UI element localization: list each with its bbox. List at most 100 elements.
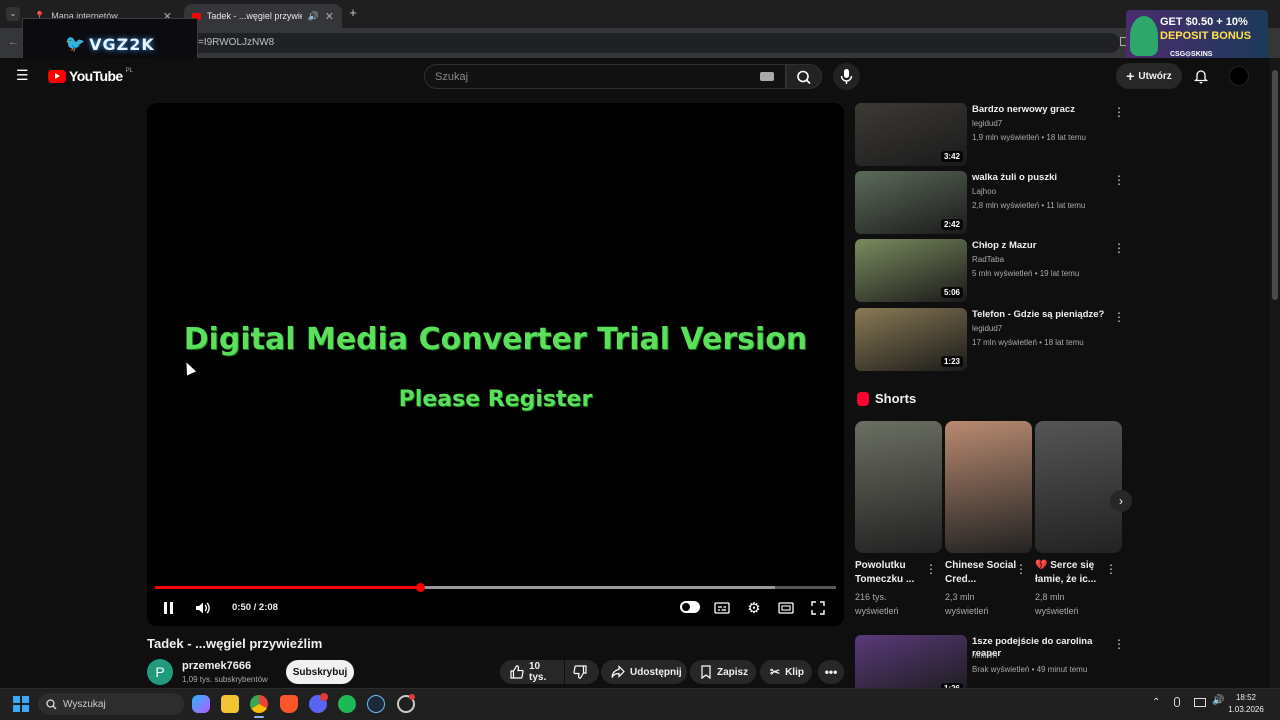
windows-start-icon[interactable]: [13, 696, 29, 712]
create-label: Utwórz: [1138, 70, 1172, 82]
channel-name[interactable]: nxithvn: [972, 651, 997, 660]
save-button[interactable]: Zapisz: [690, 660, 756, 684]
channel-name[interactable]: legidud7: [972, 119, 1002, 128]
address-bar[interactable]: =I9RWOLJzNW8: [190, 33, 1120, 53]
subscribe-button[interactable]: Subskrybuj: [286, 660, 354, 684]
taskbar-clock[interactable]: 18:52 1.03.2026: [1226, 692, 1266, 716]
show-hidden-icons-chevron-icon[interactable]: ⌃: [1152, 697, 1160, 708]
channel-name[interactable]: przemek7666: [182, 660, 251, 672]
recommended-video[interactable]: 5:06 Chłop z Mazur RadTaba 5 mln wyświetleń…: [855, 239, 1135, 303]
chrome-icon[interactable]: [250, 695, 268, 713]
shorts-next-button[interactable]: ›: [1110, 490, 1132, 512]
video-duration: 3:42: [940, 151, 963, 162]
copilot-icon[interactable]: [192, 695, 210, 713]
fullscreen-button[interactable]: [809, 599, 827, 617]
progress-scrubber-handle[interactable]: [416, 583, 426, 592]
overlay-logo-text: VGZ2K: [89, 34, 155, 54]
short-view-unit: wyświetleń: [855, 606, 899, 616]
search-placeholder: Szukaj: [435, 71, 469, 83]
more-vertical-icon[interactable]: ⋮: [1113, 310, 1125, 324]
file-explorer-icon[interactable]: [221, 695, 239, 713]
more-vertical-icon[interactable]: ⋮: [1113, 173, 1125, 187]
dislike-button[interactable]: [565, 660, 599, 684]
short-title[interactable]: Chinese Social Cred...: [945, 559, 1017, 587]
video-thumbnail[interactable]: 3:42: [855, 103, 967, 166]
more-vertical-icon[interactable]: ⋮: [1113, 105, 1125, 119]
subtitles-button[interactable]: [713, 599, 731, 617]
scrollbar-thumb[interactable]: [1272, 70, 1278, 300]
keyboard-icon[interactable]: [760, 72, 774, 81]
channel-avatar[interactable]: P: [147, 659, 173, 685]
search-button[interactable]: [786, 64, 822, 89]
back-arrow-icon[interactable]: ←: [8, 36, 19, 48]
more-vertical-icon[interactable]: ⋮: [1113, 637, 1125, 651]
video-meta: 5 mln wyświetleń • 19 lat temu: [972, 269, 1080, 278]
clip-label: Klip: [785, 666, 804, 678]
video-title[interactable]: Chłop z Mazur: [972, 240, 1112, 252]
tab-tadek[interactable]: Tadek - ...węgiel przywieźlim 🔊 ✕: [184, 4, 342, 28]
like-button[interactable]: 10 tys.: [500, 660, 564, 684]
settings-button[interactable]: ⚙: [745, 599, 763, 617]
recommended-video[interactable]: 2:42 walka żuli o puszki Lajhoo 2,8 mln wyś…: [855, 171, 1135, 235]
channel-name[interactable]: RadTaba: [972, 255, 1004, 264]
short-thumbnail[interactable]: [945, 421, 1032, 553]
channel-name[interactable]: legidud7: [972, 324, 1002, 333]
voice-search-button[interactable]: [833, 63, 860, 90]
video-thumbnail[interactable]: 1:23: [855, 308, 967, 371]
pause-icon: [163, 602, 167, 614]
video-thumbnail[interactable]: 2:42: [855, 171, 967, 234]
short-thumbnail[interactable]: [855, 421, 942, 553]
gear-icon: ⚙: [747, 600, 761, 617]
more-vertical-icon[interactable]: ⋮: [925, 562, 937, 576]
channel-name[interactable]: Lajhoo: [972, 187, 996, 196]
channel-initial: P: [155, 664, 165, 680]
video-title[interactable]: Bardzo nerwowy gracz: [972, 104, 1112, 116]
clip-button[interactable]: ✂ Klip: [760, 660, 812, 684]
volume-icon: [196, 602, 210, 614]
taskbar-search[interactable]: Wyszukaj: [38, 693, 184, 715]
spotify-icon[interactable]: [338, 695, 356, 713]
more-vertical-icon[interactable]: ⋮: [1105, 562, 1117, 576]
youtube-logo[interactable]: YouTube PL: [48, 68, 133, 84]
video-duration: 2:42: [940, 219, 963, 230]
video-player[interactable]: [147, 103, 844, 626]
short-view-count: 2,8 mln: [1035, 592, 1065, 602]
short-title[interactable]: Powolutku Tomeczku ...: [855, 559, 927, 587]
more-actions-button[interactable]: •••: [818, 660, 844, 684]
hamburger-menu-icon[interactable]: ☰: [16, 67, 32, 83]
short-title[interactable]: 💔 Serce się łamie, że ic...: [1035, 559, 1107, 587]
shorts-icon: [857, 391, 869, 406]
notifications-bell-icon[interactable]: [1193, 68, 1209, 84]
pause-button[interactable]: [159, 599, 177, 617]
recommended-video[interactable]: 1:23 Telefon - Gdzie są pieniądze? legidud…: [855, 308, 1135, 372]
brave-icon[interactable]: [280, 695, 298, 713]
search-input[interactable]: Szukaj: [424, 64, 786, 89]
more-vertical-icon[interactable]: ⋮: [1113, 241, 1125, 255]
network-icon[interactable]: [1194, 698, 1206, 707]
audio-playing-icon[interactable]: 🔊: [308, 11, 319, 22]
steam-icon[interactable]: [367, 695, 385, 713]
create-button[interactable]: + Utwórz: [1116, 63, 1182, 89]
speaker-tray-icon[interactable]: 🔊: [1212, 695, 1224, 706]
shorts-heading: Shorts: [857, 391, 916, 406]
video-title[interactable]: walka żuli o puszki: [972, 172, 1112, 184]
microphone-tray-icon[interactable]: [1174, 697, 1180, 707]
watermark-line-1: Digital Media Converter Trial Version: [183, 322, 808, 357]
tab-search-dropdown[interactable]: ⌄: [6, 7, 20, 21]
autoplay-toggle[interactable]: [680, 601, 700, 613]
account-avatar[interactable]: [1229, 66, 1249, 86]
share-button[interactable]: Udostępnij: [601, 660, 687, 684]
more-vertical-icon[interactable]: ⋮: [1015, 562, 1027, 576]
csgo-skins-ad[interactable]: GET $0.50 + 10% DEPOSIT BONUS CSG⊙SKINS: [1126, 10, 1268, 62]
short-thumbnail[interactable]: [1035, 421, 1122, 553]
recommended-video[interactable]: 3:42 Bardzo nerwowy gracz legidud7 1,9 mln …: [855, 103, 1135, 167]
short-view-count: 2,3 mln: [945, 592, 975, 602]
ad-headline: GET $0.50 + 10%: [1160, 16, 1248, 28]
theater-mode-button[interactable]: [777, 599, 795, 617]
volume-button[interactable]: [194, 599, 212, 617]
fullscreen-icon: [811, 601, 825, 615]
new-tab-button[interactable]: +: [346, 6, 360, 20]
video-thumbnail[interactable]: 5:06: [855, 239, 967, 302]
video-title[interactable]: Telefon - Gdzie są pieniądze?: [972, 309, 1112, 321]
close-tab-icon[interactable]: ✕: [325, 10, 334, 23]
